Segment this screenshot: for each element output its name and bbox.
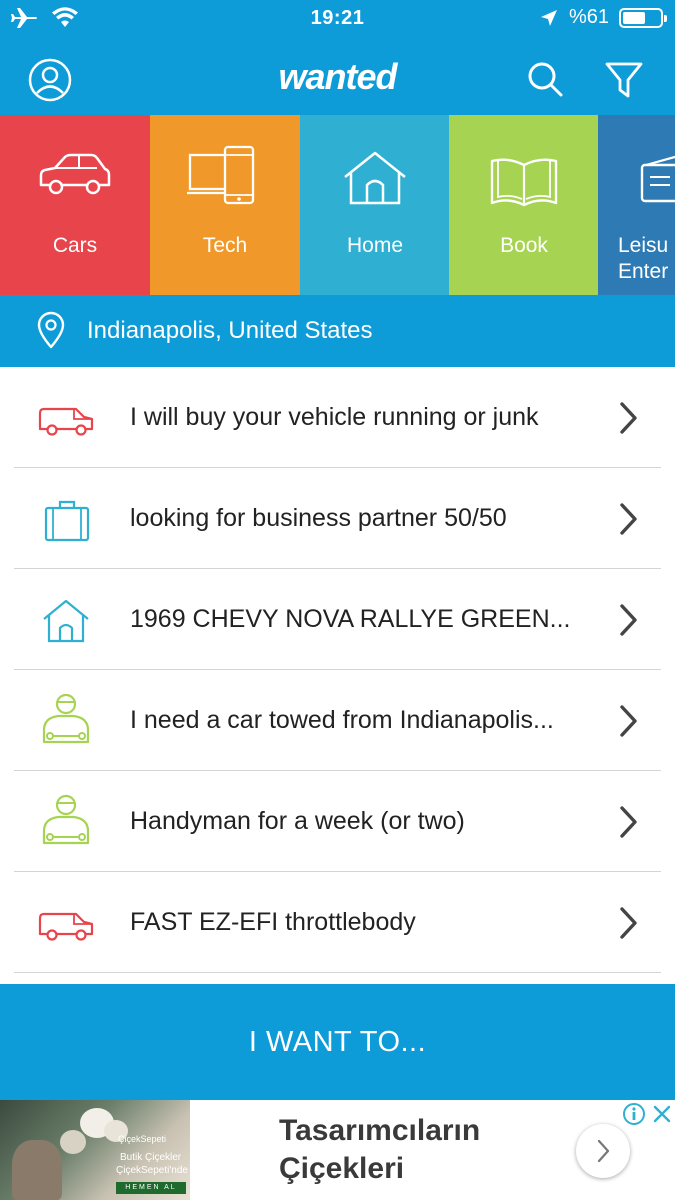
van-icon xyxy=(38,912,94,941)
filter-icon[interactable] xyxy=(604,60,644,100)
chevron-right-icon xyxy=(620,907,637,939)
chevron-right-icon xyxy=(620,705,637,737)
list-item[interactable]: 1969 CHEVY NOVA RALLYE GREEN... xyxy=(0,569,675,670)
list-item[interactable]: FAST EZ-EFI throttlebody xyxy=(0,872,675,973)
listing-list: I will buy your vehicle running or junk … xyxy=(0,367,675,973)
status-right: %61 xyxy=(539,6,667,29)
location-arrow-icon xyxy=(540,9,557,26)
ad-brand: ÇiçekSepeti xyxy=(118,1134,167,1144)
house-icon xyxy=(43,599,89,643)
car-icon xyxy=(39,153,111,195)
ad-image-button[interactable]: HEMEN AL xyxy=(116,1182,186,1194)
ad-title-line2: Çiçekleri xyxy=(279,1152,405,1185)
battery-percent: %61 xyxy=(568,6,609,28)
ad-image-line2: ÇiçekSepeti'nde xyxy=(116,1165,188,1176)
category-home[interactable]: Home xyxy=(300,115,450,295)
ad-close-icon[interactable] xyxy=(650,1102,674,1126)
list-item[interactable]: I will buy your vehicle running or junk xyxy=(0,367,675,468)
nav-bar: wanted xyxy=(0,40,675,115)
category-label: Home xyxy=(346,234,404,257)
category-label: Cars xyxy=(52,234,98,257)
ad-next-button[interactable] xyxy=(576,1124,630,1178)
category-cars[interactable]: Cars xyxy=(0,115,150,295)
ad-title-line1: Tasarımcıların xyxy=(279,1114,481,1147)
briefcase-icon xyxy=(44,500,90,542)
van-icon xyxy=(38,407,94,436)
chevron-right-icon xyxy=(620,402,637,434)
house-icon xyxy=(344,151,406,205)
chevron-right-icon xyxy=(620,604,637,636)
list-item-title: looking for business partner 50/50 xyxy=(130,504,507,532)
ticket-icon xyxy=(640,155,675,203)
list-item-title: Handyman for a week (or two) xyxy=(130,807,465,835)
flower-decoration xyxy=(60,1130,86,1154)
category-book[interactable]: Book xyxy=(449,115,599,295)
ad-image[interactable]: ÇiçekSepeti Butik Çiçekler ÇiçekSepeti'n… xyxy=(0,1100,190,1200)
list-item[interactable]: looking for business partner 50/50 xyxy=(0,468,675,569)
category-strip[interactable]: Cars Tech Home Book Leisu Enter xyxy=(0,115,675,295)
app-logo: wanted xyxy=(278,56,397,97)
category-label: Leisu Enter xyxy=(618,233,675,285)
category-label-line1: Leisu xyxy=(618,234,669,257)
location-bar[interactable]: Indianapolis, United States xyxy=(0,295,675,367)
i-want-to-button[interactable]: I WANT TO... xyxy=(0,984,675,1100)
status-bar: 19:21 %61 xyxy=(0,0,675,40)
location-pin-icon xyxy=(37,311,65,349)
ad-title[interactable]: Tasarımcıların Çiçekleri xyxy=(279,1112,480,1188)
battery-icon xyxy=(619,7,667,28)
chevron-right-icon xyxy=(620,503,637,535)
list-item-title: FAST EZ-EFI throttlebody xyxy=(130,908,416,936)
list-item-title: I will buy your vehicle running or junk xyxy=(130,403,539,431)
category-label-line2: Enter xyxy=(618,260,669,283)
devices-icon xyxy=(187,145,255,205)
location-text: Indianapolis, United States xyxy=(87,317,373,344)
category-tech[interactable]: Tech xyxy=(150,115,300,295)
list-item-title: 1969 CHEVY NOVA RALLYE GREEN... xyxy=(130,605,571,633)
mechanic-icon xyxy=(42,794,90,845)
mechanic-icon xyxy=(42,693,90,744)
search-icon[interactable] xyxy=(526,60,564,98)
category-label: Book xyxy=(500,234,548,257)
app-header: 19:21 %61 wanted xyxy=(0,0,675,115)
chevron-right-icon xyxy=(620,806,637,838)
ad-info-icon[interactable] xyxy=(622,1102,646,1126)
category-label: Tech xyxy=(202,234,248,257)
category-leisure-entertainment[interactable]: Leisu Enter xyxy=(598,115,675,295)
list-item-title: I need a car towed from Indianapolis... xyxy=(130,706,554,734)
ad-banner[interactable]: ÇiçekSepeti Butik Çiçekler ÇiçekSepeti'n… xyxy=(0,1100,675,1200)
flower-decoration xyxy=(12,1140,62,1200)
chevron-right-icon xyxy=(597,1139,610,1163)
ad-image-line1: Butik Çiçekler xyxy=(120,1152,182,1163)
list-item[interactable]: I need a car towed from Indianapolis... xyxy=(0,670,675,771)
battery-fill xyxy=(623,11,645,24)
list-item[interactable]: Handyman for a week (or two) xyxy=(0,771,675,872)
book-icon xyxy=(490,158,558,207)
